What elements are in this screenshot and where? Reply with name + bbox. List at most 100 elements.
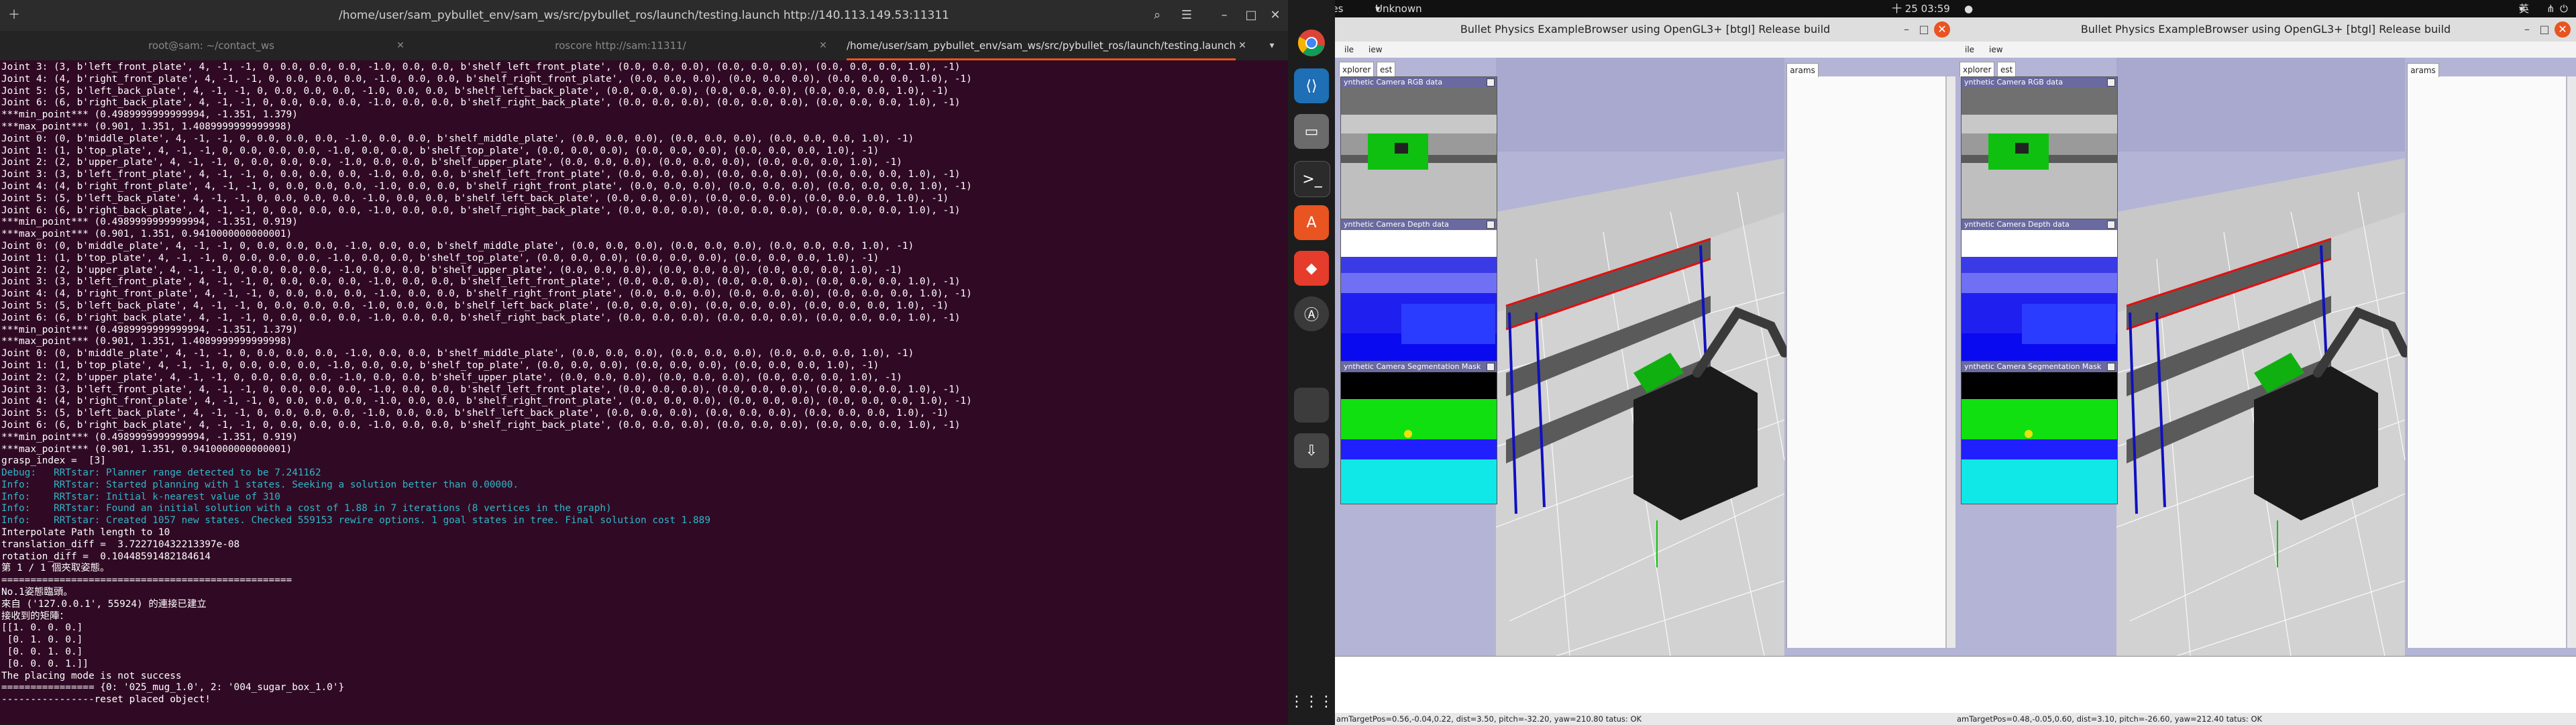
usb-drive-icon[interactable]: ⇩ — [1294, 433, 1329, 468]
settings-icon[interactable]: Ⓐ — [1294, 296, 1329, 331]
tab-testing-launch[interactable]: /home/user/sam_pybullet_env/sam_ws/src/p… — [847, 31, 1236, 60]
minimize-button[interactable]: – — [1214, 5, 1234, 25]
panel-header: ynthetic Camera Segmentation Mask — [1341, 361, 1497, 372]
terminal-line: Joint 0: (0, b'middle_plate', 4, -1, -1,… — [1, 240, 914, 252]
app-menu-label: Unknown — [1375, 3, 1422, 15]
search-icon[interactable]: ⌕ — [1147, 5, 1167, 25]
menu-icon[interactable]: ☰ — [1177, 5, 1197, 25]
terminal-line: Info: RRTstar: Created 1057 new states. … — [1, 515, 710, 526]
rgb-camera-panel[interactable]: ynthetic Camera RGB data — [1340, 76, 1497, 220]
tab-params[interactable]: arams — [1786, 63, 1819, 77]
menu-view[interactable]: iew — [1989, 42, 2003, 58]
close-tab-icon[interactable]: ✕ — [1234, 31, 1250, 60]
viewport-area[interactable]: xplorer est ynthetic Camera RGB data ynt… — [1335, 58, 1955, 656]
bullet-window-title[interactable]: Bullet Physics ExampleBrowser using Open… — [1955, 17, 2576, 42]
params-scrollbar[interactable] — [2567, 76, 2576, 648]
panel-close-icon[interactable] — [2107, 221, 2115, 229]
menu-bar: ile iew — [1335, 42, 1955, 58]
minimize-button[interactable]: – — [2519, 21, 2535, 38]
segmentation-panel[interactable]: ynthetic Camera Segmentation Mask — [1340, 361, 1497, 504]
chrome-icon[interactable] — [1294, 25, 1329, 60]
terminal-line: ***max_point*** (0.901, 1.351, 1.4089999… — [1, 121, 292, 132]
close-button[interactable]: ✕ — [1265, 5, 1285, 25]
rgb-camera-panel[interactable]: ynthetic Camera RGB data — [1961, 76, 2118, 220]
panel-header: ynthetic Camera RGB data — [1962, 77, 2117, 88]
git-icon[interactable]: ◆ — [1294, 251, 1329, 286]
terminal-line: Joint 2: (2, b'upper_plate', 4, -1, -1, … — [1, 264, 902, 276]
panel-title: ynthetic Camera Segmentation Mask — [1344, 362, 1481, 371]
tab-contact-ws[interactable]: root@sam: ~/contact_ws — [13, 31, 409, 60]
close-tab-icon[interactable]: ✕ — [815, 31, 831, 60]
panel-close-icon[interactable] — [2107, 363, 2115, 371]
terminal-line: The placing mode is not success — [1, 670, 182, 681]
maximize-button[interactable]: □ — [1241, 5, 1261, 25]
panel-close-icon[interactable] — [1487, 78, 1495, 87]
params-scrollbar[interactable] — [1946, 76, 1955, 648]
tab-test[interactable]: est — [1377, 62, 1396, 77]
terminal-line: ================ {0: '025_mug_1.0', 2: '… — [1, 682, 345, 693]
maximize-button[interactable]: □ — [2536, 21, 2553, 38]
tab-overflow-icon[interactable]: ▾ — [1264, 31, 1280, 60]
terminal-line: ***min_point*** (0.4989999999999994, -1.… — [1, 431, 298, 443]
bullet-window-title[interactable]: Bullet Physics ExampleBrowser using Open… — [1335, 17, 1955, 42]
menu-file[interactable]: ile — [1344, 42, 1354, 58]
console-pane[interactable]: amTargetPos=0.48,-0.05,0.60, dist=3.10, … — [1955, 656, 2576, 725]
active-app-icon[interactable] — [1294, 388, 1329, 423]
tab-roscore[interactable]: roscore http://sam:11311/ — [423, 31, 818, 60]
params-panel[interactable]: arams — [2407, 63, 2566, 648]
panel-close-icon[interactable] — [1487, 363, 1495, 371]
terminal-line: ----------------reset placed object! — [1, 694, 211, 706]
tab-explorer[interactable]: xplorer — [1960, 62, 1995, 77]
minimize-button[interactable]: – — [1898, 21, 1915, 38]
terminal-icon[interactable]: >_ — [1294, 161, 1330, 197]
terminal-line: Joint 3: (3, b'left_front_plate', 4, -1,… — [1, 384, 961, 395]
terminal-line: Joint 5: (5, b'left_back_plate', 4, -1, … — [1, 192, 949, 204]
segmentation-image — [1962, 372, 2117, 504]
panel-close-icon[interactable] — [1487, 221, 1495, 229]
input-method-label: 英 — [2519, 3, 2530, 15]
panel-header: ynthetic Camera RGB data — [1341, 77, 1497, 88]
tab-label: root@sam: ~/contact_ws — [148, 40, 274, 52]
depth-camera-panel[interactable]: ynthetic Camera Depth data — [1340, 219, 1497, 362]
terminal-window: ＋ /home/user/sam_pybullet_env/sam_ws/src… — [0, 0, 1288, 724]
terminal-tabbar: root@sam: ~/contact_ws ✕ roscore http://… — [0, 31, 1288, 60]
terminal-line: Joint 4: (4, b'right_front_plate', 4, -1… — [1, 180, 972, 192]
files-icon[interactable]: ▭ — [1294, 114, 1329, 149]
terminal-line: Interpolate Path length to 10 — [1, 527, 170, 539]
power-icon[interactable]: ⏻ — [2560, 0, 2568, 17]
maximize-button[interactable]: □ — [1916, 21, 1932, 38]
params-panel[interactable]: arams — [1786, 63, 1945, 648]
terminal-line: Joint 3: (3, b'left_front_plate', 4, -1,… — [1, 276, 961, 288]
menu-file[interactable]: ile — [1965, 42, 1974, 58]
terminal-line: ***min_point*** (0.4989999999999994, -1.… — [1, 217, 298, 228]
terminal-titlebar: ＋ /home/user/sam_pybullet_env/sam_ws/src… — [0, 0, 1288, 31]
vscode-icon[interactable]: ⟨⟩ — [1294, 68, 1329, 103]
close-button[interactable]: ✕ — [1934, 21, 1950, 38]
close-tab-icon[interactable]: ✕ — [392, 31, 409, 60]
tab-params[interactable]: arams — [2407, 63, 2439, 77]
depth-camera-panel[interactable]: ynthetic Camera Depth data — [1961, 219, 2118, 362]
terminal-line: Joint 3: (3, b'left_front_plate', 4, -1,… — [1, 62, 961, 72]
segmentation-panel[interactable]: ynthetic Camera Segmentation Mask — [1961, 361, 2118, 504]
clock[interactable]: 十 25 03:59 — [1892, 0, 1950, 17]
network-icon[interactable]: ⋔ — [2546, 0, 2555, 17]
console-pane[interactable]: amTargetPos=0.56,-0.04,0.22, dist=3.50, … — [1335, 656, 1955, 725]
terminal-line: Debug: RRTstar: Planner range detected t… — [1, 467, 321, 479]
menu-view[interactable]: iew — [1368, 42, 1383, 58]
terminal-line: Joint 5: (5, b'left_back_plate', 4, -1, … — [1, 408, 949, 419]
software-icon[interactable]: A — [1294, 205, 1329, 240]
terminal-output[interactable]: Joint 3: (3, b'left_front_plate', 4, -1,… — [0, 62, 1288, 724]
tab-test[interactable]: est — [1997, 62, 2017, 77]
tab-label: roscore http://sam:11311/ — [555, 40, 686, 52]
close-button[interactable]: ✕ — [2555, 21, 2571, 38]
tab-explorer[interactable]: xplorer — [1339, 62, 1375, 77]
terminal-line: Joint 5: (5, b'left_back_plate', 4, -1, … — [1, 85, 949, 97]
viewport-area[interactable]: xplorer est ynthetic Camera RGB data ynt… — [1955, 58, 2576, 656]
terminal-line: ========================================… — [1, 575, 292, 586]
terminal-line: ***max_point*** (0.901, 1.351, 1.4089999… — [1, 336, 292, 347]
show-apps-icon[interactable]: ⋮⋮⋮ — [1289, 684, 1334, 719]
panel-close-icon[interactable] — [2107, 78, 2115, 87]
segmentation-image — [1341, 372, 1497, 504]
app-menu[interactable]: Unknown ▾ — [1375, 0, 1422, 17]
input-method[interactable]: 英 ▾ — [2519, 0, 2529, 17]
